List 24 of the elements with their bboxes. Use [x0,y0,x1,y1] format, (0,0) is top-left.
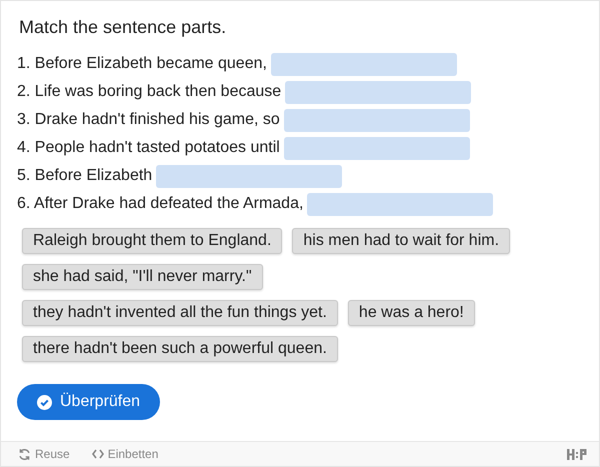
draggable-answer[interactable]: Raleigh brought them to England. [22,228,282,254]
drop-zone[interactable] [284,136,470,160]
sentence-text: 6. After Drake had defeated the Armada, [17,195,304,213]
draggable-answer[interactable]: she had said, "I'll never marry." [22,264,263,290]
refresh-icon [18,448,31,460]
drop-zone[interactable] [270,52,457,76]
code-icon [92,449,104,459]
drop-zone[interactable] [285,80,472,104]
sentence-text: 2. Life was boring back then because [17,83,282,101]
draggable-answer[interactable]: they hadn't invented all the fun things yet. [22,300,338,326]
draggable-answer[interactable]: there hadn't been such a powerful queen. [22,336,338,362]
logo-icon [567,448,587,460]
sentence-text: 5. Before Elizabeth [17,167,152,185]
draggable-answer[interactable]: his men had to wait for him. [292,228,510,254]
task-title: Match the sentence parts. [19,17,228,38]
sentence-text: 3. Drake hadn't finished his game, so [17,111,280,129]
drop-zone[interactable] [156,164,342,188]
sentence-text: 1. Before Elizabeth became queen, [17,55,267,73]
check-button[interactable]: Überprüfen [17,384,160,420]
draggable-answer[interactable]: he was a hero! [348,300,475,326]
sentence-text: 4. People hadn't tasted potatoes until [17,139,280,157]
check-circle-icon [37,394,52,410]
drop-zone[interactable] [307,192,494,216]
drop-zone[interactable] [284,108,470,132]
